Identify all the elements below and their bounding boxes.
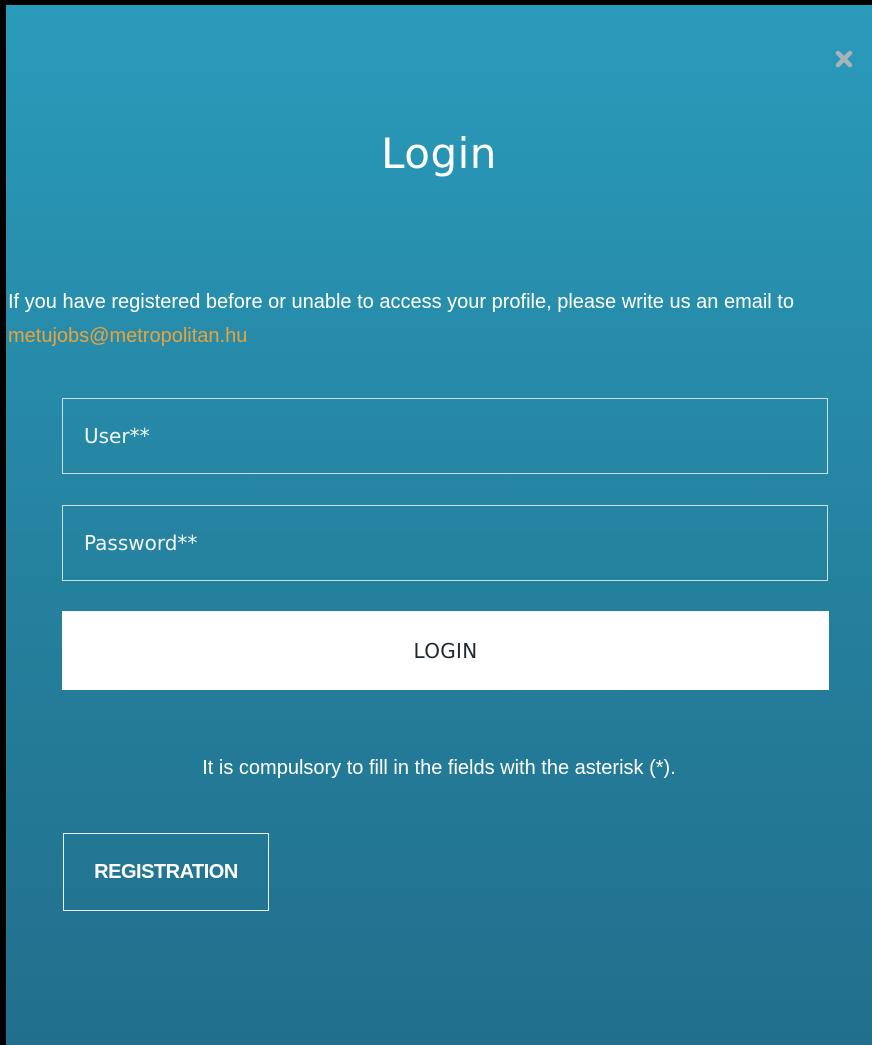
- close-button[interactable]: [832, 47, 856, 71]
- info-text: If you have registered before or unable …: [8, 285, 868, 353]
- required-fields-notice: It is compulsory to fill in the fields w…: [202, 757, 676, 779]
- user-input[interactable]: [62, 398, 828, 474]
- email-link[interactable]: metujobs@metropolitan.hu: [8, 325, 247, 347]
- registration-button[interactable]: REGISTRATION: [63, 833, 269, 911]
- info-message: If you have registered before or unable …: [8, 291, 794, 313]
- password-input[interactable]: [62, 505, 828, 581]
- login-modal: Login If you have registered before or u…: [6, 5, 872, 1045]
- modal-title: Login: [381, 129, 497, 178]
- login-button[interactable]: LOGIN: [62, 611, 829, 690]
- close-x-icon: [835, 50, 853, 68]
